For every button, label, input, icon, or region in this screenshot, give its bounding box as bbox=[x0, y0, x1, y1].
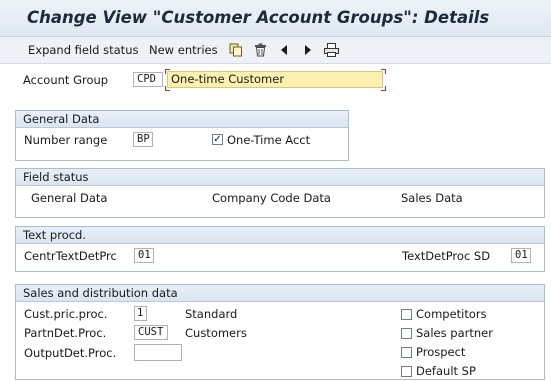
prospect-checkbox[interactable] bbox=[401, 347, 412, 358]
sales-partner-label: Sales partner bbox=[416, 326, 493, 340]
partn-det-proc-label: PartnDet.Proc. bbox=[24, 326, 107, 340]
sales-distribution-group: Sales and distribution data Cust.pric.pr… bbox=[15, 284, 545, 380]
required-marker-bottom-right bbox=[381, 86, 386, 91]
next-icon[interactable] bbox=[300, 41, 316, 59]
number-range-label: Number range bbox=[24, 133, 108, 147]
partn-det-proc-description: Customers bbox=[185, 326, 247, 340]
new-entries-button[interactable]: New entries bbox=[149, 41, 218, 59]
company-code-data-status-link[interactable]: Company Code Data bbox=[212, 191, 331, 205]
text-procd-header: Text procd. bbox=[16, 227, 544, 244]
partn-det-proc-field[interactable]: CUST bbox=[134, 325, 168, 340]
default-sp-label: Default SP bbox=[416, 364, 476, 378]
delete-icon[interactable] bbox=[252, 41, 268, 59]
print-icon[interactable] bbox=[323, 41, 339, 59]
text-procd-group: Text procd. CentrTextDetPrc 01 TextDetPr… bbox=[15, 226, 545, 272]
sales-distribution-header: Sales and distribution data bbox=[16, 285, 544, 302]
centr-text-det-prc-label: CentrTextDetPrc bbox=[24, 249, 117, 263]
account-group-name-field[interactable]: One-time Customer bbox=[167, 71, 383, 88]
output-det-proc-label: OutputDet.Proc. bbox=[24, 346, 117, 360]
competitors-label: Competitors bbox=[416, 307, 487, 321]
centr-text-det-prc-field[interactable]: 01 bbox=[134, 248, 154, 263]
cust-pric-proc-description: Standard bbox=[185, 307, 238, 321]
text-det-proc-sd-label: TextDetProc SD bbox=[402, 249, 491, 263]
sales-data-status-link[interactable]: Sales Data bbox=[401, 191, 463, 205]
general-data-group: General Data Number range BP ✓ One-Time … bbox=[15, 110, 349, 161]
general-data-status-link[interactable]: General Data bbox=[31, 191, 107, 205]
number-range-field[interactable]: BP bbox=[133, 132, 153, 147]
cust-pric-proc-label: Cust.pric.proc. bbox=[24, 307, 108, 321]
account-group-code-field[interactable]: CPD bbox=[133, 72, 163, 87]
expand-field-status-button[interactable]: Expand field status bbox=[28, 41, 138, 59]
title-bar: Change View "Customer Account Groups": D… bbox=[0, 0, 551, 37]
page-title: Change View "Customer Account Groups": D… bbox=[27, 8, 490, 27]
account-group-label: Account Group bbox=[23, 73, 109, 87]
cust-pric-proc-field[interactable]: 1 bbox=[134, 306, 147, 321]
competitors-checkbox[interactable] bbox=[401, 309, 412, 320]
output-det-proc-field[interactable] bbox=[134, 344, 182, 361]
required-marker-top-right bbox=[381, 69, 386, 74]
copy-icon[interactable] bbox=[228, 41, 244, 59]
default-sp-checkbox[interactable] bbox=[401, 366, 412, 377]
previous-icon[interactable] bbox=[276, 41, 292, 59]
field-status-header: Field status bbox=[16, 169, 544, 186]
text-det-proc-sd-field[interactable]: 01 bbox=[511, 248, 531, 263]
general-data-header: General Data bbox=[16, 111, 348, 128]
field-status-group: Field status General Data Company Code D… bbox=[15, 168, 545, 218]
one-time-acct-label: One-Time Acct bbox=[227, 133, 311, 147]
application-toolbar: Expand field status New entries bbox=[0, 37, 551, 64]
one-time-acct-checkbox[interactable]: ✓ bbox=[212, 134, 223, 145]
required-marker-bottom-left bbox=[165, 86, 170, 91]
sales-partner-checkbox[interactable] bbox=[401, 328, 412, 339]
required-marker-top-left bbox=[165, 69, 170, 74]
prospect-label: Prospect bbox=[416, 345, 466, 359]
